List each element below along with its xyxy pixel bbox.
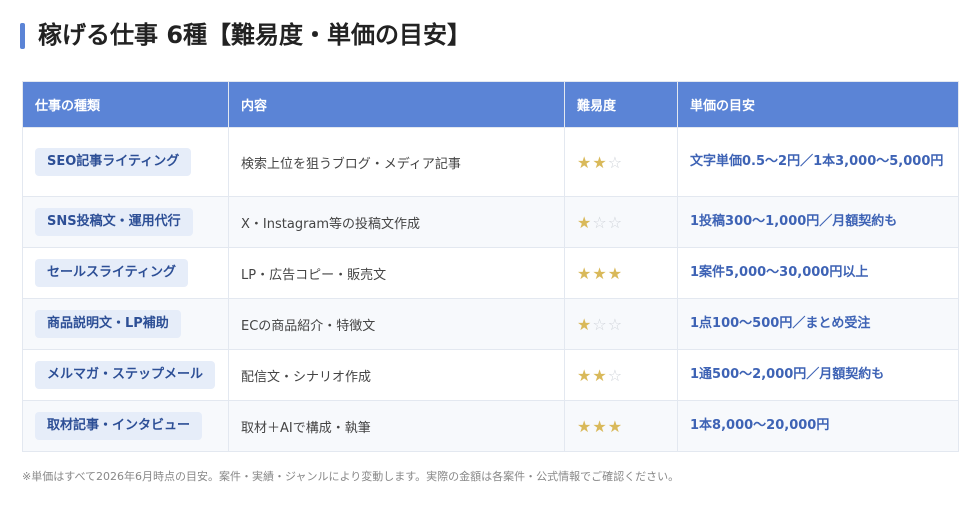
- difficulty-rating: ★☆☆: [577, 315, 623, 334]
- star-filled-icon: ★: [577, 416, 593, 436]
- star-empty-icon: ☆: [592, 314, 608, 334]
- price-cell: 1通500〜2,000円／月額契約も: [677, 349, 959, 401]
- column-header-price: 単価の目安: [677, 81, 959, 128]
- job-cell: SEO記事ライティング: [22, 127, 229, 197]
- price-cell: 1本8,000〜20,000円: [677, 400, 959, 452]
- price-cell: 1投稿300〜1,000円／月額契約も: [677, 196, 959, 248]
- difficulty-rating: ★☆☆: [577, 213, 623, 232]
- star-empty-icon: ☆: [607, 212, 624, 232]
- difficulty-rating: ★★★: [577, 417, 623, 436]
- star-filled-icon: ★: [577, 365, 593, 385]
- table-row: セールスライティング LP・広告コピー・販売文 ★★★ 1案件5,000〜30,000…: [22, 247, 959, 299]
- content-cell: 取材＋AIで構成・執筆: [228, 400, 565, 452]
- table-row: SEO記事ライティング 検索上位を狙うブログ・メディア記事 ★★☆ 文字単価0.5〜2…: [22, 127, 959, 197]
- difficulty-cell: ★★☆: [564, 349, 678, 401]
- difficulty-rating: ★★☆: [577, 153, 623, 172]
- table-row: メルマガ・ステップメール 配信文・シナリオ作成 ★★☆ 1通500〜2,000円／月額…: [22, 349, 959, 401]
- star-filled-icon: ★: [592, 263, 608, 283]
- star-filled-icon: ★: [577, 212, 593, 232]
- footnote: ※単価はすべて2026年6月時点の目安。案件・実績・ジャンルにより変動します。実…: [22, 470, 680, 483]
- content-cell: 検索上位を狙うブログ・メディア記事: [228, 127, 565, 197]
- star-filled-icon: ★: [592, 416, 608, 436]
- star-empty-icon: ☆: [592, 212, 608, 232]
- star-filled-icon: ★: [592, 152, 608, 172]
- content-cell: LP・広告コピー・販売文: [228, 247, 565, 299]
- heading-accent-bar: [20, 23, 25, 49]
- difficulty-rating: ★★★: [577, 264, 623, 283]
- table-row: SNS投稿文・運用代行 X・Instagram等の投稿文作成 ★☆☆ 1投稿300〜1…: [22, 196, 959, 248]
- star-empty-icon: ☆: [607, 152, 624, 172]
- price-cell: 文字単価0.5〜2円／1本3,000〜5,000円: [677, 127, 959, 197]
- star-filled-icon: ★: [577, 152, 593, 172]
- job-cell: 取材記事・インタビュー: [22, 400, 229, 452]
- price-cell: 1案件5,000〜30,000円以上: [677, 247, 959, 299]
- difficulty-cell: ★★☆: [564, 127, 678, 197]
- jobs-table: 仕事の種類 内容 難易度 単価の目安 SEO記事ライティング 検索上位を狙うブログ…: [22, 81, 959, 452]
- difficulty-cell: ★☆☆: [564, 196, 678, 248]
- job-cell: メルマガ・ステップメール: [22, 349, 229, 401]
- star-filled-icon: ★: [607, 263, 624, 283]
- column-header-job: 仕事の種類: [22, 81, 229, 128]
- star-empty-icon: ☆: [607, 314, 624, 334]
- star-filled-icon: ★: [577, 314, 593, 334]
- job-type-badge: 取材記事・インタビュー: [35, 412, 203, 440]
- content-cell: 配信文・シナリオ作成: [228, 349, 565, 401]
- job-type-badge: SNS投稿文・運用代行: [35, 208, 193, 236]
- column-header-content: 内容: [228, 81, 565, 128]
- job-type-badge: 商品説明文・LP補助: [35, 310, 181, 338]
- star-filled-icon: ★: [607, 416, 624, 436]
- column-header-difficulty: 難易度: [564, 81, 678, 128]
- table-row: 商品説明文・LP補助 ECの商品紹介・特徴文 ★☆☆ 1点100〜500円／まとめ受注: [22, 298, 959, 350]
- job-type-badge: メルマガ・ステップメール: [35, 361, 216, 389]
- table-row: 取材記事・インタビュー 取材＋AIで構成・執筆 ★★★ 1本8,000〜20,000円: [22, 400, 959, 452]
- content-cell: ECの商品紹介・特徴文: [228, 298, 565, 350]
- page-title: 稼げる仕事 6種【難易度・単価の目安】: [38, 21, 472, 49]
- job-type-badge: SEO記事ライティング: [35, 148, 192, 176]
- star-empty-icon: ☆: [607, 365, 624, 385]
- difficulty-cell: ★★★: [564, 247, 678, 299]
- job-cell: セールスライティング: [22, 247, 229, 299]
- job-cell: SNS投稿文・運用代行: [22, 196, 229, 248]
- difficulty-cell: ★★★: [564, 400, 678, 452]
- table-header-row: 仕事の種類 内容 難易度 単価の目安: [22, 81, 959, 128]
- star-filled-icon: ★: [577, 263, 593, 283]
- job-cell: 商品説明文・LP補助: [22, 298, 229, 350]
- job-type-badge: セールスライティング: [35, 259, 188, 287]
- star-filled-icon: ★: [592, 365, 608, 385]
- difficulty-cell: ★☆☆: [564, 298, 678, 350]
- difficulty-rating: ★★☆: [577, 366, 623, 385]
- content-cell: X・Instagram等の投稿文作成: [228, 196, 565, 248]
- price-cell: 1点100〜500円／まとめ受注: [677, 298, 959, 350]
